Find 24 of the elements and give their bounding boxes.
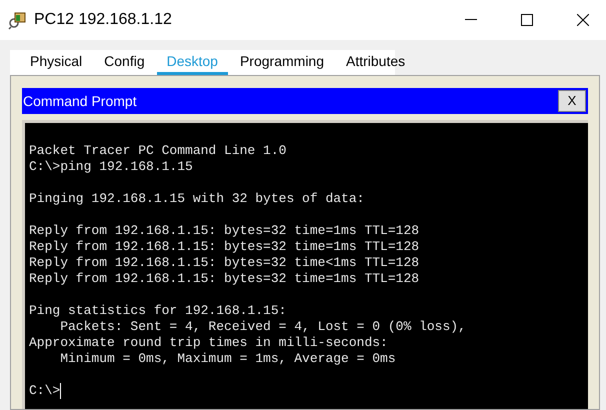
- terminal-line: Reply from 192.168.1.15: bytes=32 time<1ms TTL=128: [29, 255, 420, 271]
- terminal-line: C:\>ping 192.168.1.15: [29, 159, 193, 175]
- terminal-line: Reply from 192.168.1.15: bytes=32 time=1ms TTL=128: [29, 223, 420, 239]
- terminal-line: Approximate round trip times in milli-seconds:: [29, 335, 388, 351]
- terminal-line: Minimum = 0ms, Maximum = 1ms, Average = 0ms: [59, 351, 396, 367]
- pc-icon: [8, 10, 28, 30]
- tab[interactable]: Physical: [20, 50, 92, 75]
- text-cursor: [60, 383, 62, 399]
- terminal-line: Packet Tracer PC Command Line 1.0: [29, 143, 286, 159]
- close-icon: [577, 14, 589, 26]
- terminal-line: Packets: Sent = 4, Received = 4, Lost = 0 (0% loss),: [59, 319, 466, 335]
- terminal-line: Reply from 192.168.1.15: bytes=32 time=1ms TTL=128: [29, 271, 420, 287]
- tab[interactable]: Attributes: [336, 50, 416, 75]
- command-prompt-title: Command Prompt: [23, 92, 137, 111]
- terminal-line: Reply from 192.168.1.15: bytes=32 time=1ms TTL=128: [29, 239, 420, 255]
- tab[interactable]: Programming: [230, 50, 334, 75]
- window-title: PC12 192.168.1.12: [34, 10, 172, 30]
- tab[interactable]: Config: [94, 50, 155, 75]
- terminal-line: Ping statistics for 192.168.1.15:: [29, 303, 286, 319]
- maximize-icon: [521, 14, 533, 26]
- close-button[interactable]: X: [558, 90, 586, 112]
- terminal-line: Pinging 192.168.1.15 with 32 bytes of data:: [29, 191, 364, 207]
- minimize-icon: [465, 19, 477, 21]
- terminal-prompt: C:\>: [29, 383, 60, 399]
